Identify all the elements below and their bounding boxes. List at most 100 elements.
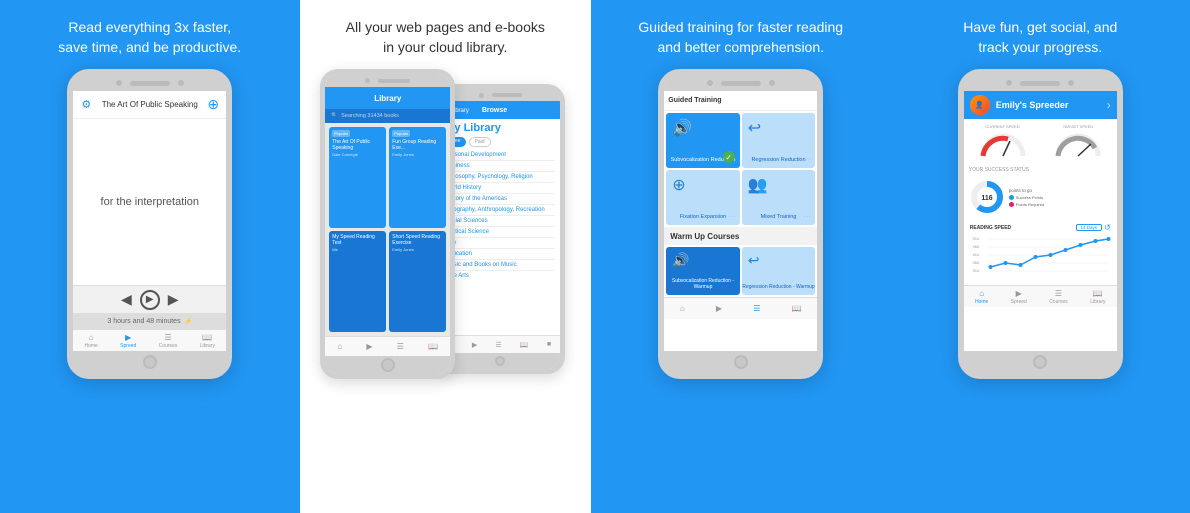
lib-home-circle xyxy=(381,358,395,372)
current-speed-box: CURRENT SPEED xyxy=(966,121,1040,162)
phone3-home-btn[interactable] xyxy=(664,351,817,373)
guided-training-title: Guided Training xyxy=(668,97,721,104)
training-card-subvocal[interactable]: 🔊 Subvocalization Reduction ✓ xyxy=(666,113,740,168)
lib-nav-home[interactable]: ⌂ xyxy=(337,342,342,351)
reading-time: 3 hours and 48 minutes ⚡ xyxy=(73,313,226,329)
t-nav-home[interactable]: ⌂ xyxy=(680,304,685,313)
search-icon-lib: 🔍 xyxy=(331,113,338,119)
legend-label-required: Points Required xyxy=(1016,202,1044,207)
dots-icon-2: ··· xyxy=(728,212,736,221)
mixed-label: Mixed Training xyxy=(761,214,797,220)
lib-notch xyxy=(325,74,450,87)
svg-text:310: 310 xyxy=(972,268,979,273)
cat-education[interactable]: Education xyxy=(445,249,555,260)
phone4-home-btn[interactable] xyxy=(964,351,1117,373)
refresh-icon[interactable]: ↺ xyxy=(1104,223,1111,232)
spreed-icon-b: ▶ xyxy=(472,341,477,349)
browse-filters: Free Paid xyxy=(440,137,560,150)
add-icon[interactable]: ⊕ xyxy=(206,98,220,112)
user-avatar: 👤 xyxy=(970,95,990,115)
lib-card-1[interactable]: Popular The Art Of Public Speaking Dale … xyxy=(329,127,386,228)
s-nav-spreed[interactable]: ▶Spreed xyxy=(1011,289,1027,305)
cat-business[interactable]: Business xyxy=(445,161,555,172)
success-donut: 116 xyxy=(969,179,1005,215)
phone3: Guided Training 🔊 Subvocalization Reduct… xyxy=(658,69,823,379)
lib-card-4[interactable]: Short Speed Reading Exercise Emily Jones xyxy=(389,231,446,332)
home-icon-l: ⌂ xyxy=(337,342,342,351)
cat-law[interactable]: Law xyxy=(445,238,555,249)
home-button[interactable] xyxy=(73,351,226,373)
phone4-home-circle xyxy=(1033,355,1047,369)
home-icon: ⌂ xyxy=(89,333,94,342)
browse-nav-library[interactable]: 📖 xyxy=(520,341,529,349)
library-icon: 📖 xyxy=(202,333,212,342)
nav-library[interactable]: 📖Library xyxy=(200,333,215,349)
browse-home-btn[interactable] xyxy=(440,353,560,369)
lib-nav-library[interactable]: 📖 xyxy=(428,342,438,351)
chevron-right-icon[interactable]: › xyxy=(1107,98,1111,112)
cat-philosophy[interactable]: Philosophy, Psychology, Religion xyxy=(445,172,555,183)
card-author-2: Emily Jones xyxy=(392,152,443,157)
s-nav-courses[interactable]: ☰Courses xyxy=(1049,289,1068,305)
cam3 xyxy=(707,80,713,86)
s-nav-home[interactable]: ⌂Home xyxy=(975,289,988,305)
browse-nav-store[interactable]: ■ xyxy=(547,341,551,348)
t-nav-library[interactable]: 📖 xyxy=(792,304,802,313)
cat-finearts[interactable]: Fine Arts xyxy=(445,271,555,281)
panel2-tagline: All your web pages and e-books in your c… xyxy=(346,18,545,57)
warmup-cards-grid: 🔊 Subvocalization Reduction - Warmup ↩ R… xyxy=(664,245,817,297)
t-nav-courses[interactable]: ☰ xyxy=(753,304,760,313)
nav-courses[interactable]: ☰Courses xyxy=(159,333,178,349)
cam4 xyxy=(1006,80,1012,86)
training-card-mixed[interactable]: 👥 Mixed Training ··· xyxy=(742,170,816,225)
cat-personal[interactable]: Personal Development xyxy=(445,150,555,161)
cat-music[interactable]: Music and Books on Music xyxy=(445,260,555,271)
filter-paid[interactable]: Paid xyxy=(469,137,491,147)
lib-home-btn[interactable] xyxy=(325,356,450,374)
training-card-regression[interactable]: ↩ Regression Reduction ··· xyxy=(742,113,816,168)
fixation-icon: ⊕ xyxy=(672,175,685,195)
cat-social[interactable]: Social Sciences xyxy=(445,216,555,227)
cat-world-history[interactable]: World History xyxy=(445,183,555,194)
period-dropdown[interactable]: 14 Days xyxy=(1076,224,1103,231)
gear-icon[interactable]: ⚙ xyxy=(79,98,93,112)
courses-icon: ☰ xyxy=(164,333,171,342)
browse-nav-spreed[interactable]: ▶ xyxy=(472,341,477,349)
courses-icon-l: ☰ xyxy=(397,342,404,351)
browse-nav-courses[interactable]: ☰ xyxy=(495,341,501,349)
play-button[interactable]: ▶ xyxy=(140,290,160,310)
next-icon[interactable]: ▶ xyxy=(168,291,179,308)
library-search[interactable]: 🔍 Searching 31434 books xyxy=(325,109,450,123)
spreed-icon-t: ▶ xyxy=(716,304,722,313)
cat-geography[interactable]: Geography, Anthropology, Recreation xyxy=(445,205,555,216)
speed-stats-row: CURRENT SPEED TARGET SPEED xyxy=(964,119,1117,164)
phone4-notch xyxy=(964,75,1117,91)
prev-icon[interactable]: ◀ xyxy=(121,291,132,308)
library-header: Library xyxy=(325,87,450,109)
user-name: Emily's Spreeder xyxy=(996,100,1069,110)
success-status-row: YOUR SUCCESS STATUS 116 points to go xyxy=(964,164,1117,220)
lib-card-2[interactable]: Popular Fun Group Reading Exe... Emily J… xyxy=(389,127,446,228)
warmup-card-regression[interactable]: ↩ Regression Reduction - Warmup xyxy=(742,247,816,295)
lib-nav-spreed[interactable]: ▶ xyxy=(366,342,372,351)
lib-nav-courses[interactable]: ☰ xyxy=(397,342,404,351)
nav-library-label: Library xyxy=(200,343,215,349)
s-nav-library[interactable]: 📖Library xyxy=(1090,289,1105,305)
panel1-tagline: Read everything 3x faster, save time, an… xyxy=(58,18,241,57)
current-speed-gauge xyxy=(978,131,1028,159)
cat-political[interactable]: Political Science xyxy=(445,227,555,238)
phone4-screen: 👤 Emily's Spreeder › CURRENT SPEED xyxy=(964,91,1117,351)
warmup-card-subvocal[interactable]: 🔊 Subvocalization Reduction - Warmup xyxy=(666,247,740,295)
regression-icon: ↩ xyxy=(748,118,761,138)
training-card-fixation[interactable]: ⊕ Fixation Expansion ··· xyxy=(666,170,740,225)
browse-notch xyxy=(440,89,560,101)
lib-card-3[interactable]: My Speed Reading Test Me xyxy=(329,231,386,332)
nav-home[interactable]: ⌂Home xyxy=(84,333,97,349)
t-nav-spreed[interactable]: ▶ xyxy=(716,304,722,313)
nav-courses-s-label: Courses xyxy=(1049,299,1068,305)
speaker xyxy=(130,81,170,86)
browse-home-circle xyxy=(495,356,505,366)
regression-label: Regression Reduction xyxy=(751,157,805,163)
cat-americas[interactable]: History of the Americas xyxy=(445,194,555,205)
nav-spreed[interactable]: ▶Spreed xyxy=(120,333,136,349)
